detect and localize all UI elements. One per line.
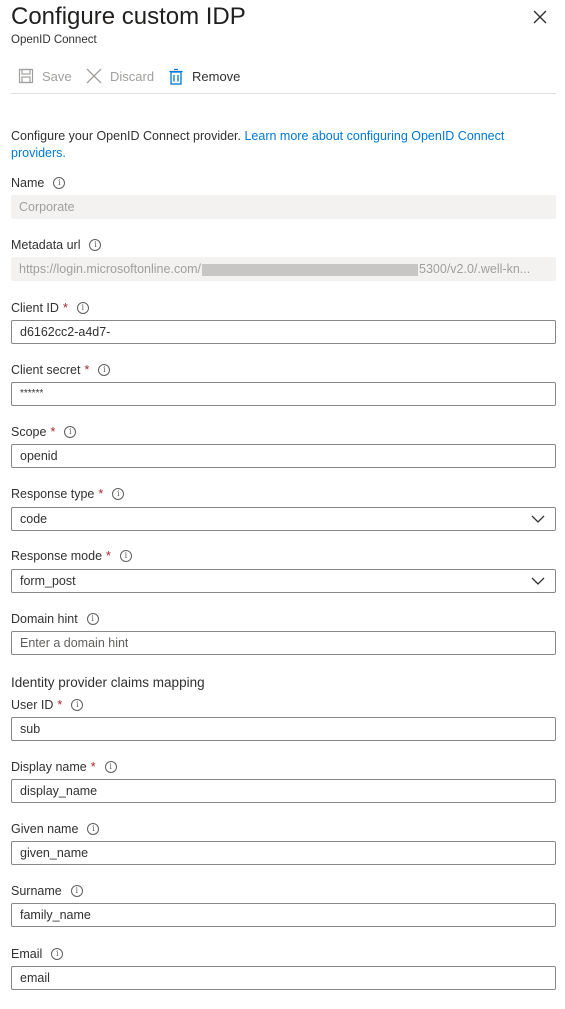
client-secret-label-text: Client secret (11, 363, 81, 377)
info-icon[interactable]: i (70, 885, 83, 897)
response-type-dropdown[interactable]: code (11, 507, 556, 531)
user-id-label: User ID * i (11, 698, 84, 712)
client-id-label: Client ID * i (11, 301, 89, 315)
info-icon[interactable]: i (98, 364, 111, 376)
description: Configure your OpenID Connect provider. … (11, 128, 551, 162)
response-type-label-text: Response type (11, 487, 95, 501)
discard-icon (86, 68, 102, 84)
user-id-input[interactable]: sub (11, 717, 556, 741)
metadata-url-label-text: Metadata url (11, 238, 81, 252)
save-icon (18, 68, 34, 84)
domain-hint-input[interactable]: Enter a domain hint (11, 631, 556, 655)
metadata-url-suffix: 5300/v2.0/.well-kn... (419, 262, 531, 276)
required-marker: * (106, 549, 111, 563)
required-marker: * (90, 760, 96, 774)
given-name-label: Given name i (11, 822, 100, 836)
client-id-input[interactable]: d6162cc2-a4d7- (11, 320, 556, 344)
save-button[interactable]: Save (18, 66, 72, 86)
required-marker: * (84, 363, 90, 377)
scope-label: Scope * i (11, 425, 77, 439)
metadata-url-value: https://login.microsoftonline.com/5300/v… (11, 258, 530, 280)
metadata-url-label: Metadata url i (11, 238, 102, 252)
user-id-value: sub (20, 722, 41, 736)
name-field: Corporate (11, 195, 556, 219)
response-mode-dropdown[interactable]: form_post (11, 569, 556, 593)
surname-label-text: Surname (11, 884, 62, 898)
required-marker: * (57, 698, 63, 712)
required-marker: * (62, 301, 68, 315)
info-icon[interactable]: i (64, 426, 77, 438)
redaction-bar (202, 263, 419, 276)
trash-icon (169, 68, 183, 85)
surname-value: family_name (20, 908, 91, 922)
claims-mapping-heading: Identity provider claims mapping (11, 675, 205, 690)
scope-value: openid (20, 449, 58, 463)
info-icon[interactable]: i (76, 302, 89, 314)
response-mode-label: Response mode * i (11, 549, 132, 563)
email-label-text: Email (11, 947, 43, 961)
client-id-value: d6162cc2-a4d7- (20, 325, 111, 339)
response-type-label: Response type * i (11, 487, 125, 501)
domain-hint-placeholder: Enter a domain hint (20, 636, 129, 650)
email-label: Email i (11, 947, 64, 961)
page-title: Configure custom IDP (11, 3, 246, 30)
response-mode-label-text: Response mode (11, 549, 103, 563)
name-value: Corporate (19, 200, 75, 214)
info-icon[interactable]: i (112, 488, 125, 500)
display-name-label-text: Display name (11, 760, 87, 774)
scope-label-text: Scope (11, 425, 47, 439)
client-secret-label: Client secret * i (11, 363, 111, 377)
scope-input[interactable]: openid (11, 444, 556, 468)
discard-button[interactable]: Discard (86, 66, 154, 86)
email-value: email (20, 971, 50, 985)
name-label: Name i (11, 176, 66, 190)
info-icon[interactable]: i (119, 550, 132, 562)
toolbar-divider (11, 93, 556, 94)
given-name-value: given_name (20, 846, 89, 860)
client-id-label-text: Client ID (11, 301, 59, 315)
given-name-label-text: Given name (11, 822, 79, 836)
email-input[interactable]: email (11, 966, 556, 990)
remove-label: Remove (192, 68, 241, 84)
display-name-value: display_name (20, 784, 98, 798)
save-label: Save (42, 68, 72, 84)
info-icon[interactable]: i (53, 177, 66, 189)
metadata-url-field: https://login.microsoftonline.com/5300/v… (11, 257, 556, 281)
info-icon[interactable]: i (87, 823, 100, 835)
chevron-down-icon (531, 515, 545, 523)
required-marker: * (50, 425, 56, 439)
surname-input[interactable]: family_name (11, 903, 556, 927)
info-icon[interactable]: i (104, 761, 117, 773)
response-type-value: code (20, 512, 48, 526)
surname-label: Surname i (11, 884, 83, 898)
remove-button[interactable]: Remove (168, 66, 240, 86)
name-label-text: Name (11, 176, 45, 190)
info-icon[interactable]: i (86, 613, 99, 625)
close-icon[interactable] (532, 9, 548, 25)
required-marker: * (98, 487, 104, 501)
display-name-input[interactable]: display_name (11, 779, 556, 803)
display-name-label: Display name * i (11, 760, 117, 774)
page-subtitle: OpenID Connect (11, 34, 97, 46)
metadata-url-prefix: https://login.microsoftonline.com/ (19, 262, 202, 276)
chevron-down-icon (531, 577, 545, 585)
client-secret-input[interactable]: ****** (11, 382, 556, 406)
domain-hint-label-text: Domain hint (11, 612, 78, 626)
domain-hint-label: Domain hint i (11, 612, 99, 626)
discard-label: Discard (110, 68, 155, 84)
user-id-label-text: User ID (11, 698, 54, 712)
info-icon[interactable]: i (51, 948, 64, 960)
response-mode-value: form_post (20, 574, 76, 588)
client-secret-value: ****** (20, 388, 44, 399)
info-icon[interactable]: i (89, 239, 102, 251)
description-text: Configure your OpenID Connect provider. (11, 129, 245, 143)
info-icon[interactable]: i (71, 699, 84, 711)
given-name-input[interactable]: given_name (11, 841, 556, 865)
